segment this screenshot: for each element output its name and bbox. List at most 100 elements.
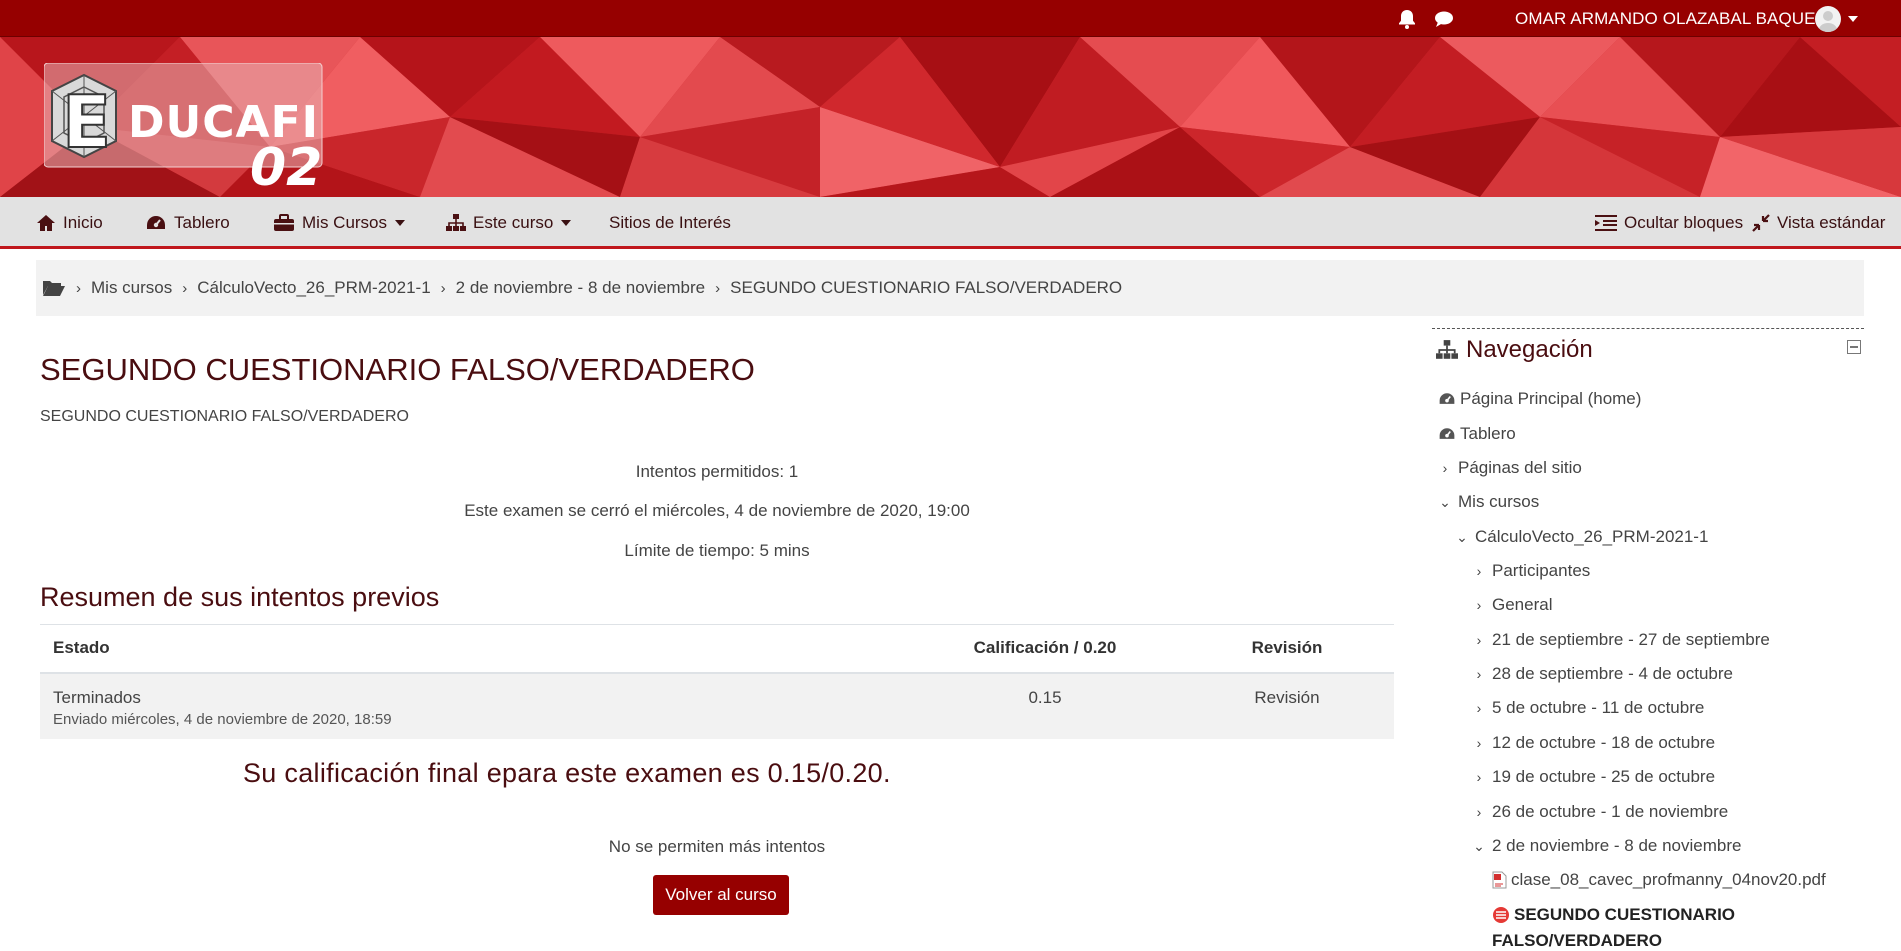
chevron-right-icon: ›: [715, 279, 721, 297]
folder-open-icon[interactable]: [42, 278, 66, 298]
chevron-right-icon: ›: [1476, 769, 1482, 785]
nav-tree-section[interactable]: › 26 de octubre - 1 de noviembre: [1472, 802, 1729, 822]
nav-tree-label: 21 de septiembre - 27 de septiembre: [1492, 630, 1770, 649]
nav-tree-label: 26 de octubre - 1 de noviembre: [1492, 802, 1729, 821]
nav-home[interactable]: Inicio: [36, 211, 103, 235]
nav-tree-quiz-line2[interactable]: FALSO/VERDADERO: [1492, 931, 1662, 951]
nav-tree-section[interactable]: › 19 de octubre - 25 de octubre: [1472, 767, 1715, 787]
no-more-attempts: No se permiten más intentos: [608, 837, 826, 856]
chat-icon[interactable]: [1433, 8, 1455, 30]
avatar[interactable]: [1815, 6, 1841, 32]
nav-tree-home[interactable]: Página Principal (home): [1438, 389, 1641, 409]
home-icon: [37, 215, 55, 231]
nav-dashboard-label: Tablero: [174, 213, 230, 232]
header-banner: E DUCAFI 02: [0, 37, 1901, 197]
chevron-right-icon: ›: [76, 279, 81, 297]
nav-tree-label: 5 de octubre - 11 de octubre: [1492, 698, 1705, 717]
briefcase-icon: [274, 214, 294, 231]
nav-tree-label: SEGUNDO CUESTIONARIO: [1514, 905, 1736, 924]
user-name[interactable]: OMAR ARMANDO OLAZABAL BAQUERO: [1515, 9, 1841, 29]
caret-down-icon: [395, 220, 406, 226]
attempts-allowed: Intentos permitidos: 1: [635, 462, 799, 481]
nav-tree-participants[interactable]: › Participantes: [1472, 561, 1591, 581]
nav-tree-label: FALSO/VERDADERO: [1492, 931, 1663, 950]
breadcrumb-my-courses[interactable]: Mis cursos: [91, 278, 172, 298]
breadcrumb-current[interactable]: SEGUNDO CUESTIONARIO FALSO/VERDADERO: [730, 278, 1122, 298]
nav-tree-section-current[interactable]: ⌄ 2 de noviembre - 8 de noviembre: [1472, 836, 1741, 856]
nav-tree-label: 19 de octubre - 25 de octubre: [1492, 767, 1716, 786]
compress-icon: [1752, 214, 1770, 232]
page-title: SEGUNDO CUESTIONARIO FALSO/VERDADERO: [40, 352, 755, 387]
nav-tree-label: 2 de noviembre - 8 de noviembre: [1492, 836, 1742, 855]
nav-tree-site-pages[interactable]: › Páginas del sitio: [1438, 458, 1582, 478]
nav-tree-course[interactable]: ⌄ CálculoVecto_26_PRM-2021-1: [1455, 527, 1708, 547]
caret-down-icon[interactable]: [1848, 16, 1858, 22]
collapse-block-icon[interactable]: [1847, 340, 1861, 354]
back-to-course-button[interactable]: Volver al curso: [653, 875, 789, 915]
chevron-right-icon: ›: [1476, 804, 1482, 820]
navigation-block: Navegación Página Principal (home) Table…: [1432, 328, 1864, 950]
nav-dashboard[interactable]: Tablero: [145, 211, 230, 235]
hide-blocks-button[interactable]: Ocultar bloques: [1595, 211, 1743, 235]
main-navbar: Inicio Tablero Mis Cursos Este curso Sit…: [0, 197, 1901, 249]
nav-tree-label: Mis cursos: [1458, 492, 1540, 511]
time-limit-info: Límite de tiempo: 5 mins: [624, 541, 810, 560]
hide-blocks-label: Ocultar bloques: [1624, 213, 1744, 232]
attempts-table: Estado Calificación / 0.20 Revisión Term…: [40, 624, 1394, 739]
nav-this-course[interactable]: Este curso: [446, 211, 572, 235]
final-grade: Su calificación final epara este examen …: [243, 758, 891, 788]
chevron-down-icon: ⌄: [1456, 528, 1468, 545]
educafi-logo[interactable]: E DUCAFI 02: [44, 63, 326, 193]
standard-view-label: Vista estándar: [1777, 213, 1886, 232]
quiz-description: SEGUNDO CUESTIONARIO FALSO/VERDADERO: [40, 408, 409, 425]
nav-sites[interactable]: Sitios de Interés: [609, 211, 731, 235]
pdf-file-icon: [1492, 871, 1507, 889]
attempt-grade: 0.15: [910, 672, 1180, 739]
nav-tree-label: CálculoVecto_26_PRM-2021-1: [1475, 527, 1709, 546]
nav-tree-label: Página Principal (home): [1460, 389, 1642, 408]
nav-tree-section[interactable]: › 28 de septiembre - 4 de octubre: [1472, 664, 1733, 684]
sitemap-icon: [1436, 340, 1458, 359]
chevron-right-icon: ›: [440, 279, 446, 297]
breadcrumb: › Mis cursos › CálculoVecto_26_PRM-2021-…: [36, 260, 1864, 316]
navigation-title: Navegación: [1466, 336, 1593, 363]
nav-tree-section[interactable]: › 5 de octubre - 11 de octubre: [1472, 698, 1705, 718]
chevron-right-icon: ›: [182, 279, 188, 297]
dashboard-icon: [1439, 393, 1455, 404]
attempt-review-link[interactable]: Revisión: [1180, 672, 1394, 739]
table-header-row: Estado Calificación / 0.20 Revisión: [40, 624, 1394, 674]
chevron-right-icon: ›: [1476, 700, 1482, 716]
chevron-right-icon: ›: [1442, 460, 1448, 476]
breadcrumb-section[interactable]: 2 de noviembre - 8 de noviembre: [456, 278, 705, 298]
bell-icon[interactable]: [1396, 8, 1418, 30]
nav-tree-dashboard[interactable]: Tablero: [1438, 424, 1516, 444]
nav-home-label: Inicio: [63, 213, 103, 232]
nav-tree-pdf-resource[interactable]: clase_08_cavec_profmanny_04nov20.pdf: [1492, 870, 1826, 890]
outdent-icon: [1595, 215, 1617, 231]
navigation-header: Navegación: [1436, 336, 1593, 364]
cell-state: Terminados Enviado miércoles, 4 de novie…: [40, 672, 910, 739]
summary-title: Resumen de sus intentos previos: [40, 582, 440, 612]
nav-tree-section[interactable]: › 12 de octubre - 18 de octubre: [1472, 733, 1715, 753]
breadcrumb-course[interactable]: CálculoVecto_26_PRM-2021-1: [197, 278, 430, 298]
table-row: Terminados Enviado miércoles, 4 de novie…: [40, 672, 1394, 739]
nav-my-courses[interactable]: Mis Cursos: [273, 211, 406, 235]
nav-tree-label: Participantes: [1492, 561, 1591, 580]
standard-view-button[interactable]: Vista estándar: [1752, 211, 1885, 235]
nav-tree-label: General: [1492, 595, 1553, 614]
nav-tree-my-courses[interactable]: ⌄ Mis cursos: [1438, 492, 1539, 512]
nav-tree-label: clase_08_cavec_profmanny_04nov20.pdf: [1511, 870, 1826, 889]
dashboard-icon: [1439, 428, 1455, 439]
chevron-right-icon: ›: [1476, 666, 1482, 682]
dashboard-icon: [147, 216, 165, 229]
chevron-down-icon: ⌄: [1439, 493, 1451, 510]
chevron-right-icon: ›: [1476, 735, 1482, 751]
nav-tree-general[interactable]: › General: [1472, 595, 1553, 615]
caret-down-icon: [561, 220, 572, 226]
nav-tree-quiz[interactable]: SEGUNDO CUESTIONARIO: [1492, 905, 1735, 925]
attempt-submitted: Enviado miércoles, 4 de noviembre de 202…: [53, 710, 392, 728]
top-bar: OMAR ARMANDO OLAZABAL BAQUERO: [0, 0, 1901, 37]
chevron-right-icon: ›: [1476, 597, 1482, 613]
nav-tree-section[interactable]: › 21 de septiembre - 27 de septiembre: [1472, 630, 1770, 650]
nav-this-course-label: Este curso: [473, 213, 554, 232]
